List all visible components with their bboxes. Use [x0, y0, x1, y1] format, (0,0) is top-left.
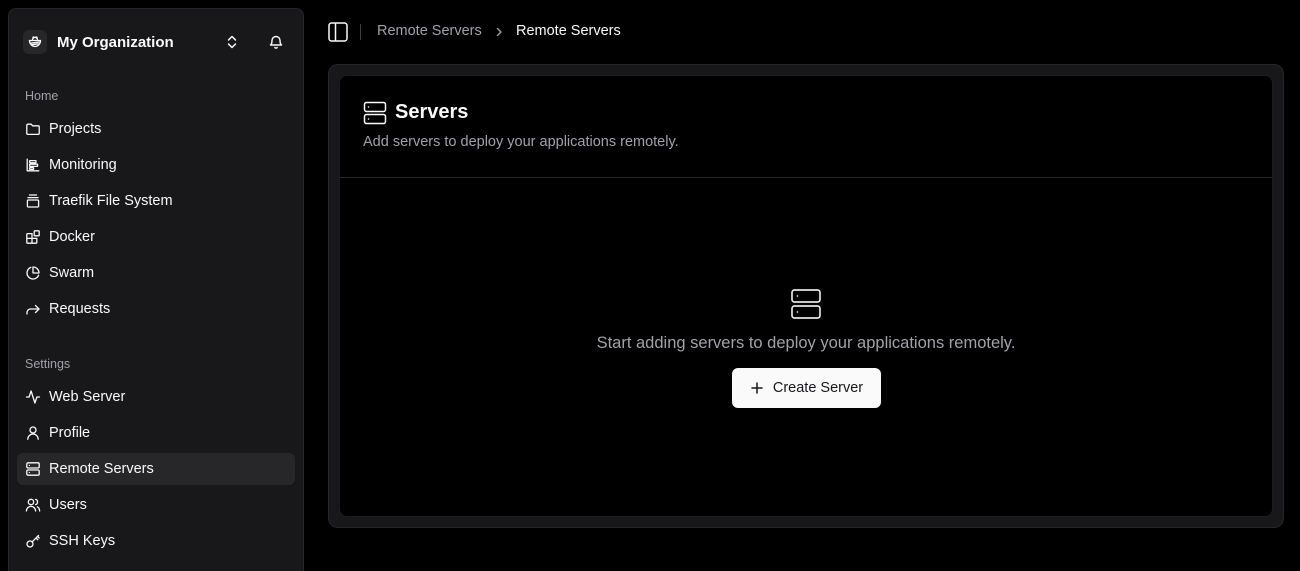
sidebar-item-profile[interactable]: Profile — [17, 417, 295, 449]
sidebar-item-projects[interactable]: Projects — [17, 113, 295, 145]
sidebar-item-label: Traefik File System — [49, 193, 173, 209]
sidebar-toggle-icon[interactable] — [327, 21, 349, 43]
sidebar-item-label: Web Server — [49, 389, 126, 405]
sidebar-item-label: Swarm — [49, 265, 95, 281]
server-icon — [363, 101, 387, 125]
card-description: Add servers to deploy your applications … — [363, 134, 679, 150]
org-logo-icon — [23, 30, 47, 54]
header-divider — [360, 24, 361, 40]
plus-icon — [750, 381, 764, 395]
user-icon — [25, 425, 41, 441]
folder-icon — [25, 121, 41, 137]
sidebar-item-label: Projects — [49, 121, 102, 137]
sidebar-item-requests[interactable]: Requests — [17, 293, 295, 325]
org-switcher[interactable]: My Organization — [23, 25, 291, 59]
sidebar-item-label: Requests — [49, 301, 111, 317]
key-icon — [25, 533, 41, 549]
blocks-icon — [25, 229, 41, 245]
sidebar-item-label: Remote Servers — [49, 461, 154, 477]
chevrons-up-down-icon[interactable] — [223, 33, 241, 51]
breadcrumb-current: Remote Servers — [516, 23, 621, 39]
org-name: My Organization — [57, 33, 174, 51]
create-server-label: Create Server — [772, 380, 864, 396]
create-server-button[interactable]: Create Server — [732, 368, 881, 408]
chevron-right-icon — [493, 25, 505, 39]
sidebar-item-label: Profile — [49, 425, 91, 441]
sidebar-item-ssh-keys[interactable]: SSH Keys — [17, 525, 295, 557]
sidebar-item-users[interactable]: Users — [17, 489, 295, 521]
file-stack-icon — [25, 193, 41, 209]
sidebar-item-swarm[interactable]: Swarm — [17, 257, 295, 289]
sidebar-item-label: Users — [49, 497, 87, 513]
sidebar-item-remote-servers[interactable]: Remote Servers — [17, 453, 295, 485]
bell-icon[interactable] — [267, 33, 285, 51]
sidebar-item-label: SSH Keys — [49, 533, 116, 549]
card-divider — [340, 177, 1272, 178]
bar-chart-icon — [25, 157, 41, 173]
sidebar-item-traefik-file-system[interactable]: Traefik File System — [17, 185, 295, 217]
sidebar-item-label: Monitoring — [49, 157, 117, 173]
server-icon — [25, 461, 41, 477]
sidebar-item-monitoring[interactable]: Monitoring — [17, 149, 295, 181]
sidebar-item-web-server[interactable]: Web Server — [17, 381, 295, 413]
server-icon — [790, 288, 822, 320]
card-title: Servers — [395, 101, 469, 123]
users-icon — [25, 497, 41, 513]
home-group-label: Home — [25, 89, 59, 103]
sidebar: My Organization Home Projects Monitoring… — [8, 8, 304, 571]
settings-group-label: Settings — [25, 357, 71, 371]
pie-chart-icon — [25, 265, 41, 281]
app-root: My Organization Home Projects Monitoring… — [0, 0, 1300, 571]
activity-icon — [25, 389, 41, 405]
sidebar-item-label: Docker — [49, 229, 95, 245]
sidebar-item-docker[interactable]: Docker — [17, 221, 295, 253]
forward-icon — [25, 301, 41, 317]
empty-state-text: Start adding servers to deploy your appl… — [596, 334, 1016, 352]
breadcrumb-parent[interactable]: Remote Servers — [377, 23, 482, 39]
